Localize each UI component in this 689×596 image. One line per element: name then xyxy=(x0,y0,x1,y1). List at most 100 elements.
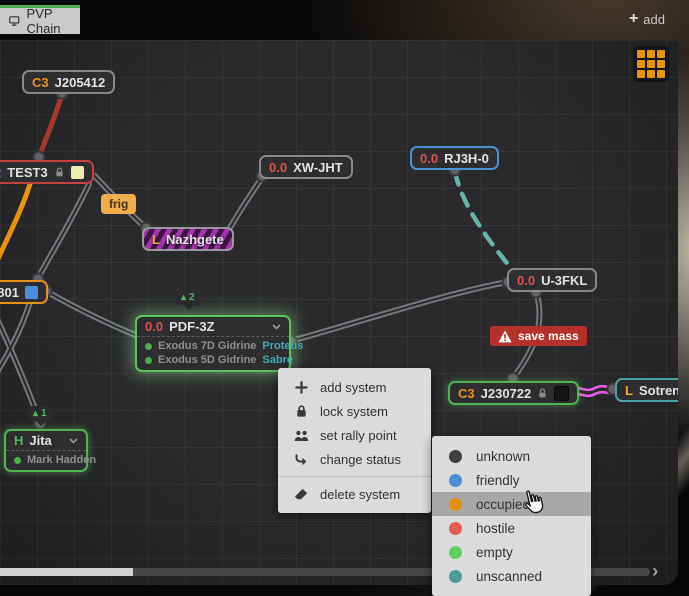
pilot-name: Exodus 7D Gidrine xyxy=(158,340,256,352)
up-arrow-icon: ▴ xyxy=(181,292,186,303)
pilot-name: Exodus 5D Gidrine xyxy=(158,354,256,366)
system-node-801[interactable]: 801 xyxy=(0,280,48,304)
status-item-occupied[interactable]: occupied xyxy=(432,492,591,516)
plus-icon: + xyxy=(629,11,638,27)
frigate-connection-badge: frig xyxy=(101,194,136,214)
system-name: PDF-3Z xyxy=(169,319,215,334)
online-dot-icon xyxy=(145,357,152,364)
status-dot-icon xyxy=(449,546,462,559)
connection-reduced-orange xyxy=(0,184,30,272)
status-label: friendly xyxy=(476,473,520,488)
warning-icon xyxy=(498,330,512,343)
system-name: Nazhgete xyxy=(166,232,224,247)
plus-icon xyxy=(293,381,309,394)
status-label: empty xyxy=(476,545,513,560)
connection-critical-red xyxy=(39,94,62,157)
system-name: J205412 xyxy=(55,75,106,90)
menu-separator xyxy=(278,476,431,477)
system-security: 0.0 xyxy=(145,319,163,334)
menu-item-label: add system xyxy=(320,380,386,395)
pilot-row: Exodus 7D Gidrine Proteus xyxy=(145,339,281,353)
status-label: hostile xyxy=(476,521,515,536)
menu-item-label: change status xyxy=(320,452,401,467)
status-item-friendly[interactable]: friendly xyxy=(432,468,591,492)
pilot-count: 2 xyxy=(189,292,195,303)
status-item-hostile[interactable]: hostile xyxy=(432,516,591,540)
system-node-xw-jht[interactable]: 0.0 XW-JHT xyxy=(259,155,353,179)
pilot-name: Mark Hadden xyxy=(27,454,96,466)
system-node-j230722[interactable]: C3 J230722 xyxy=(448,381,579,405)
pilot-list: Exodus 7D Gidrine Proteus Exodus 5D Gidr… xyxy=(137,336,289,370)
lock-icon xyxy=(293,404,309,418)
system-node-test3[interactable]: 2 TEST3 xyxy=(0,160,94,184)
system-class: L xyxy=(152,232,160,247)
note-marker xyxy=(71,166,84,179)
pilot-list: Mark Hadden xyxy=(6,450,86,470)
status-item-unscanned[interactable]: unscanned xyxy=(432,564,591,588)
pilot-row: Exodus 5D Gidrine Sabre xyxy=(145,353,281,367)
eraser-icon xyxy=(293,488,309,500)
grid-icon xyxy=(637,50,665,78)
add-label: add xyxy=(643,12,665,27)
system-title-row: H Jita xyxy=(6,431,86,450)
monitor-icon xyxy=(9,14,20,28)
note-marker xyxy=(25,286,38,299)
menu-item-lock-system[interactable]: lock system xyxy=(278,399,431,423)
system-name: XW-JHT xyxy=(293,160,343,175)
system-node-nazhgete[interactable]: L Nazhgete xyxy=(142,227,234,251)
status-label: unscanned xyxy=(476,569,542,584)
system-context-menu: add system lock system set rally point c… xyxy=(278,368,431,513)
system-title-row: 0.0 PDF-3Z xyxy=(137,317,289,336)
system-class: 2 xyxy=(0,165,1,180)
system-node-sotrenz[interactable]: L Sotrenz xyxy=(615,378,678,402)
menu-item-delete-system[interactable]: delete system xyxy=(278,482,431,506)
grid-layout-button[interactable] xyxy=(633,46,669,82)
menu-item-set-rally-point[interactable]: set rally point xyxy=(278,423,431,447)
scroll-right-chevron-icon[interactable]: › xyxy=(652,562,658,581)
system-class: L xyxy=(625,383,633,398)
system-node-j205412[interactable]: C3 J205412 xyxy=(22,70,115,94)
system-node-u-3fkl[interactable]: 0.0 U-3FKL xyxy=(507,268,597,292)
pilot-count-badge: ▴ 2 xyxy=(176,290,201,305)
scrollbar-thumb[interactable] xyxy=(0,568,133,576)
tab-pvp-chain[interactable]: PVP Chain xyxy=(0,5,80,34)
online-dot-icon xyxy=(14,457,21,464)
system-name: TEST3 xyxy=(7,165,47,180)
menu-item-add-system[interactable]: add system xyxy=(278,375,431,399)
system-name: Sotrenz xyxy=(639,383,678,398)
menu-item-label: delete system xyxy=(320,487,400,502)
lock-icon xyxy=(537,387,548,399)
status-item-empty[interactable]: empty xyxy=(432,540,591,564)
system-node-jita[interactable]: H Jita Mark Hadden xyxy=(4,429,88,472)
system-node-rj3h-0[interactable]: 0.0 RJ3H-0 xyxy=(410,146,499,170)
status-item-unknown[interactable]: unknown xyxy=(432,444,591,468)
tab-title: PVP Chain xyxy=(27,6,71,36)
pilot-row: Mark Hadden xyxy=(14,453,78,467)
system-name: U-3FKL xyxy=(541,273,587,288)
up-arrow-icon: ▴ xyxy=(33,408,38,419)
system-security: 0.0 xyxy=(269,160,287,175)
status-dot-icon xyxy=(449,450,462,463)
system-class: C3 xyxy=(458,386,475,401)
status-label: unknown xyxy=(476,449,530,464)
save-mass-label: save mass xyxy=(518,329,579,343)
pilot-count-badge: ▴ 1 xyxy=(28,406,53,421)
chevron-down-icon[interactable] xyxy=(272,324,281,330)
lock-icon xyxy=(54,166,65,178)
status-label: occupied xyxy=(476,497,530,512)
pilot-ship: Proteus xyxy=(262,340,303,352)
system-security: 0.0 xyxy=(420,151,438,166)
system-name: J230722 xyxy=(481,386,532,401)
add-system-button[interactable]: + add xyxy=(629,11,665,27)
pilot-ship: Sabre xyxy=(262,354,293,366)
status-dot-icon xyxy=(449,522,462,535)
status-submenu: unknown friendly occupied hostile empty … xyxy=(432,436,591,596)
system-node-pdf-3z[interactable]: 0.0 PDF-3Z Exodus 7D Gidrine Proteus Exo… xyxy=(135,315,291,372)
system-name: RJ3H-0 xyxy=(444,151,489,166)
system-class: C3 xyxy=(32,75,49,90)
pilot-count: 1 xyxy=(41,408,47,419)
menu-item-change-status[interactable]: change status xyxy=(278,447,431,471)
frig-label: frig xyxy=(109,197,128,211)
chevron-down-icon[interactable] xyxy=(69,438,78,444)
menu-item-label: lock system xyxy=(320,404,388,419)
